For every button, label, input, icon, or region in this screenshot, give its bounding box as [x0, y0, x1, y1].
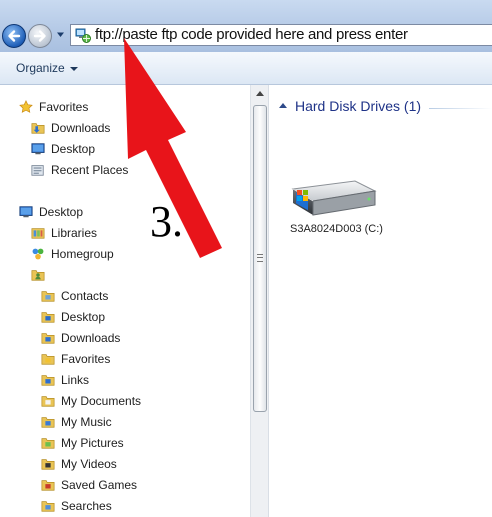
- network-location-icon: [75, 28, 91, 43]
- nav-user-my-music[interactable]: My Music: [40, 413, 112, 431]
- nav-desktop-fav-label: Desktop: [51, 142, 96, 156]
- navigation-pane: Favorites Downloads Desktop Recent Place…: [0, 85, 250, 517]
- nav-user-item-label: Links: [61, 373, 90, 387]
- group-header-hard-disk-drives[interactable]: Hard Disk Drives (1): [279, 98, 421, 114]
- recent-places-icon: [31, 165, 44, 176]
- documents-folder-icon: [41, 396, 55, 407]
- nav-libraries-label: Libraries: [51, 226, 98, 240]
- content-pane: Hard Disk Drives (1) S3A8024D003 (C:): [269, 85, 492, 517]
- nav-favorites[interactable]: Favorites: [18, 98, 88, 116]
- nav-user-item-label: My Pictures: [61, 436, 124, 450]
- nav-user-downloads[interactable]: Downloads: [40, 329, 120, 347]
- nav-user-item-label: Downloads: [61, 331, 121, 345]
- downloads-folder-icon: [31, 123, 45, 134]
- forward-button[interactable]: [28, 24, 52, 48]
- nav-user-item-label: My Music: [61, 415, 112, 429]
- nav-libraries[interactable]: Libraries: [30, 224, 97, 242]
- drive-label: S3A8024D003 (C:): [290, 223, 383, 235]
- forward-arrow-icon: [33, 30, 46, 42]
- user-folder-icon: [31, 270, 45, 281]
- desktop-icon: [19, 206, 33, 218]
- redaction-patch: [150, 370, 250, 392]
- desktop-icon: [31, 143, 45, 155]
- nav-homegroup[interactable]: Homegroup: [30, 245, 114, 263]
- organize-label: Organize: [16, 61, 65, 75]
- collapse-triangle-icon[interactable]: [279, 102, 287, 108]
- nav-user-item-label: Contacts: [61, 289, 109, 303]
- back-arrow-icon: [8, 30, 21, 42]
- videos-folder-icon: [41, 459, 55, 470]
- nav-user-searches[interactable]: Searches: [40, 497, 112, 515]
- navigation-pane-scrollbar[interactable]: [250, 85, 269, 517]
- nav-user-desktop[interactable]: Desktop: [40, 308, 105, 326]
- nav-user-contacts[interactable]: Contacts: [40, 287, 108, 305]
- nav-user-links[interactable]: Links: [40, 371, 89, 389]
- window-titlebar: ftp://paste ftp code provided here and p…: [0, 0, 492, 52]
- contacts-folder-icon: [41, 291, 55, 302]
- nav-desktop[interactable]: Desktop: [18, 203, 83, 221]
- group-header-label: Hard Disk Drives (1): [295, 98, 422, 114]
- nav-user-folder[interactable]: [30, 266, 51, 284]
- nav-desktop-fav[interactable]: Desktop: [30, 140, 95, 158]
- pictures-folder-icon: [41, 438, 55, 449]
- command-bar: Organize: [0, 52, 492, 85]
- music-folder-icon: [41, 417, 55, 428]
- chevron-down-icon: [69, 66, 78, 71]
- nav-user-my-videos[interactable]: My Videos: [40, 455, 117, 473]
- nav-user-item-label: My Documents: [61, 394, 142, 408]
- nav-user-favorites[interactable]: Favorites: [40, 350, 110, 368]
- address-bar-text[interactable]: ftp://paste ftp code provided here and p…: [95, 26, 408, 43]
- nav-user-item-label: Desktop: [61, 310, 106, 324]
- nav-homegroup-label: Homegroup: [51, 247, 114, 261]
- searches-folder-icon: [41, 501, 55, 512]
- nav-user-my-pictures[interactable]: My Pictures: [40, 434, 124, 452]
- redaction-patch: [52, 264, 112, 280]
- nav-user-item-label: Saved Games: [61, 478, 138, 492]
- nav-user-saved-games[interactable]: Saved Games: [40, 476, 137, 494]
- nav-user-item-label: Searches: [61, 499, 112, 513]
- nav-downloads-label: Downloads: [51, 121, 111, 135]
- hard-drive-icon: [291, 180, 377, 216]
- group-header-rule: [429, 108, 492, 109]
- scroll-up-arrow-icon[interactable]: [256, 91, 264, 96]
- nav-user-item-label: Favorites: [61, 352, 111, 366]
- grip-icon: [257, 254, 263, 262]
- nav-desktop-label: Desktop: [39, 205, 84, 219]
- homegroup-icon: [32, 248, 44, 260]
- desktop-folder-icon: [41, 312, 55, 323]
- nav-favorites-label: Favorites: [39, 100, 89, 114]
- back-button[interactable]: [2, 24, 26, 48]
- organize-button[interactable]: Organize: [16, 61, 78, 75]
- nav-downloads[interactable]: Downloads: [30, 119, 110, 137]
- recent-pages-dropdown-icon[interactable]: [56, 30, 65, 39]
- star-icon: [19, 99, 33, 113]
- step-number-label: 3.: [150, 197, 183, 246]
- nav-recent-places[interactable]: Recent Places: [30, 161, 128, 179]
- address-bar[interactable]: ftp://paste ftp code provided here and p…: [70, 24, 492, 46]
- downloads-folder-icon: [41, 333, 55, 344]
- games-folder-icon: [41, 480, 55, 491]
- nav-recent-places-label: Recent Places: [51, 163, 129, 177]
- menu-bar-ghost: [110, 2, 492, 12]
- scrollbar-thumb[interactable]: [253, 105, 267, 412]
- nav-user-item-label: My Videos: [61, 457, 117, 471]
- favorites-folder-icon: [41, 354, 55, 365]
- libraries-icon: [31, 228, 45, 239]
- nav-user-my-documents[interactable]: My Documents: [40, 392, 141, 410]
- links-folder-icon: [41, 375, 55, 386]
